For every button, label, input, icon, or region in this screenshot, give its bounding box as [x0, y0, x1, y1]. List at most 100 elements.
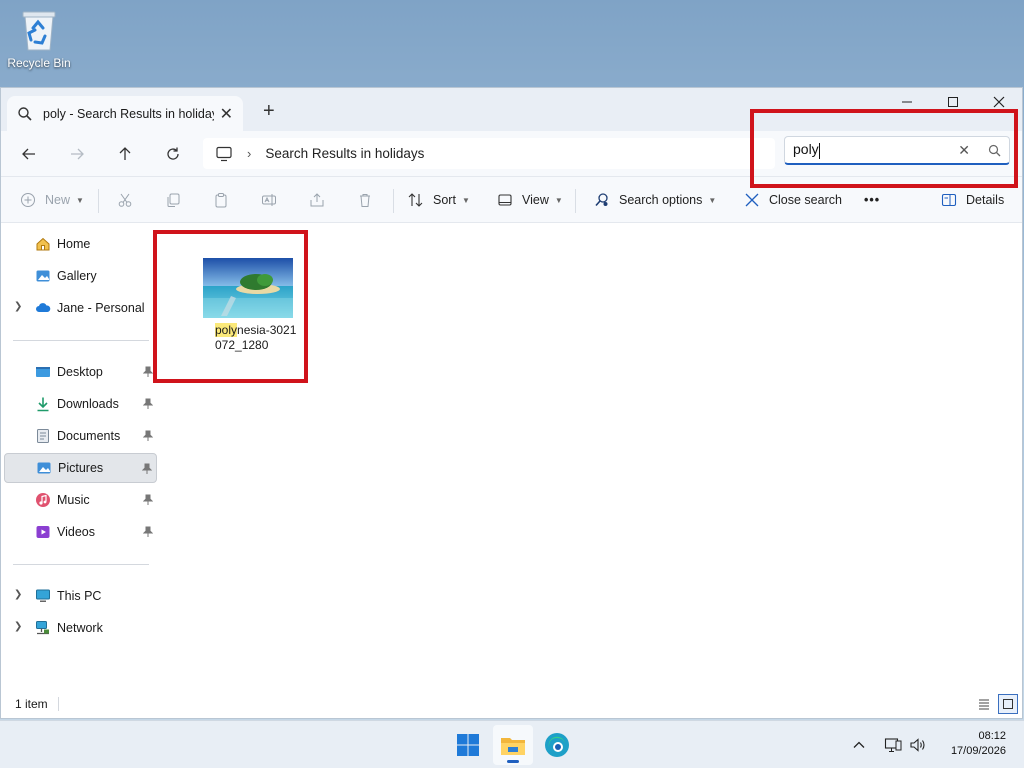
sidebar-item-network[interactable]: ❯ Network [4, 613, 157, 643]
windows-logo-icon [457, 734, 479, 756]
system-clock[interactable]: 08:12 17/09/2026 [951, 729, 1006, 759]
sidebar-item-label: Pictures [58, 461, 104, 475]
cut-button[interactable] [116, 177, 142, 223]
view-button[interactable]: View ▼ [496, 177, 563, 223]
item-count: 1 item [15, 697, 48, 711]
clear-search-icon[interactable]: ✕ [958, 142, 970, 159]
chevron-right-icon[interactable]: ❯ [14, 301, 22, 312]
address-bar[interactable]: › Search Results in holidays [203, 138, 775, 169]
details-button[interactable]: Details [940, 177, 1004, 223]
sidebar-item-label: Desktop [57, 365, 103, 379]
recycle-bin-icon [19, 6, 59, 52]
tab-bar: poly - Search Results in holidays ✕ + [1, 88, 1022, 131]
chevron-right-icon[interactable]: ❯ [14, 621, 22, 632]
sidebar-item-gallery[interactable]: Gallery [4, 261, 157, 291]
paste-button[interactable] [212, 177, 238, 223]
taskbar-edge[interactable] [537, 725, 577, 765]
search-input[interactable]: poly ✕ [784, 136, 1010, 165]
volume-button[interactable] [909, 721, 927, 768]
share-button[interactable] [308, 177, 334, 223]
recycle-bin-desktop-icon[interactable]: Recycle Bin [6, 6, 72, 70]
sidebar-item-desktop[interactable]: Desktop [4, 357, 157, 387]
rename-button[interactable] [260, 177, 286, 223]
edge-browser-icon [545, 733, 569, 757]
layout-toggle [974, 694, 1018, 714]
pin-icon[interactable] [142, 494, 154, 506]
share-icon [308, 191, 326, 209]
speaker-icon [910, 738, 925, 752]
arrow-left-icon [22, 148, 35, 160]
close-tab-icon[interactable]: ✕ [220, 104, 233, 124]
sidebar-item-this-pc[interactable]: ❯ This PC [4, 581, 157, 611]
video-icon [35, 524, 51, 540]
start-button[interactable] [448, 725, 488, 765]
pictures-icon [36, 460, 52, 476]
sidebar-item-videos[interactable]: Videos [4, 517, 157, 547]
details-view-button[interactable] [974, 694, 994, 714]
tab-title: poly - Search Results in holidays [43, 106, 214, 121]
chevron-right-icon[interactable]: ❯ [14, 589, 22, 600]
clock-time: 08:12 [978, 730, 1006, 742]
desktop-folder-icon [35, 364, 51, 380]
sidebar-item-label: Network [57, 621, 103, 635]
search-options-button[interactable]: Search options ▼ [593, 177, 716, 223]
up-button[interactable] [111, 141, 139, 167]
new-label: New [45, 193, 71, 207]
search-icon[interactable] [988, 144, 1001, 157]
copy-icon [164, 191, 182, 209]
pin-icon[interactable] [142, 366, 154, 378]
close-search-button[interactable]: Close search [743, 177, 842, 223]
sidebar-item-label: Documents [57, 429, 121, 443]
sidebar-item-downloads[interactable]: Downloads [4, 389, 157, 419]
breadcrumb[interactable]: Search Results in holidays [265, 146, 424, 161]
pin-icon[interactable] [142, 526, 154, 538]
scissors-icon [116, 191, 134, 209]
maximize-button[interactable] [930, 88, 976, 116]
large-icons-view-button[interactable] [998, 694, 1018, 714]
pin-icon[interactable] [142, 430, 154, 442]
search-input-value: poly [793, 141, 820, 159]
tiles-view-icon [1003, 699, 1013, 709]
more-options-button[interactable]: ••• [864, 177, 880, 223]
sidebar-item-pictures[interactable]: Pictures [4, 453, 157, 483]
sort-label: Sort [433, 193, 456, 207]
sidebar-item-documents[interactable]: Documents [4, 421, 157, 451]
trash-icon [356, 191, 374, 209]
minimize-button[interactable] [884, 88, 930, 116]
divider [57, 697, 59, 711]
chevron-right-icon[interactable]: › [247, 146, 251, 161]
close-window-button[interactable] [976, 88, 1022, 116]
sidebar-item-home[interactable]: Home [4, 229, 157, 259]
file-item[interactable]: polynesia-3021072_1280 [181, 258, 296, 353]
forward-button[interactable] [63, 141, 91, 167]
sidebar-item-label: Music [57, 493, 90, 507]
delete-button[interactable] [356, 177, 382, 223]
pin-icon[interactable] [141, 463, 153, 475]
view-label: View [522, 193, 549, 207]
chevron-down-icon: ▼ [461, 195, 470, 205]
taskbar-file-explorer[interactable] [493, 725, 533, 765]
divider [98, 189, 99, 213]
copy-button[interactable] [164, 177, 190, 223]
close-icon [743, 191, 761, 209]
refresh-button[interactable] [159, 141, 187, 167]
image-thumbnail [203, 258, 293, 318]
tab-search-results[interactable]: poly - Search Results in holidays ✕ [7, 96, 243, 131]
sidebar-item-onedrive[interactable]: ❯ Jane - Personal [4, 293, 157, 323]
divider [13, 340, 149, 341]
status-bar: 1 item [1, 690, 1022, 718]
command-bar: New ▼ Sort ▼ View ▼ Search options ▼ Clo… [1, 176, 1022, 223]
new-button[interactable]: New ▼ [19, 177, 84, 223]
show-hidden-icons-button[interactable] [852, 721, 866, 768]
new-tab-button[interactable]: + [263, 100, 275, 123]
search-icon [17, 106, 33, 122]
network-status-button[interactable] [884, 721, 902, 768]
navigation-pane: Home Gallery ❯ Jane - Personal Desktop D… [1, 223, 159, 690]
active-indicator [507, 760, 519, 763]
divider [575, 189, 576, 213]
network-icon [35, 620, 51, 636]
sort-button[interactable]: Sort ▼ [407, 177, 470, 223]
back-button[interactable] [15, 141, 43, 167]
pin-icon[interactable] [142, 398, 154, 410]
sidebar-item-music[interactable]: Music [4, 485, 157, 515]
